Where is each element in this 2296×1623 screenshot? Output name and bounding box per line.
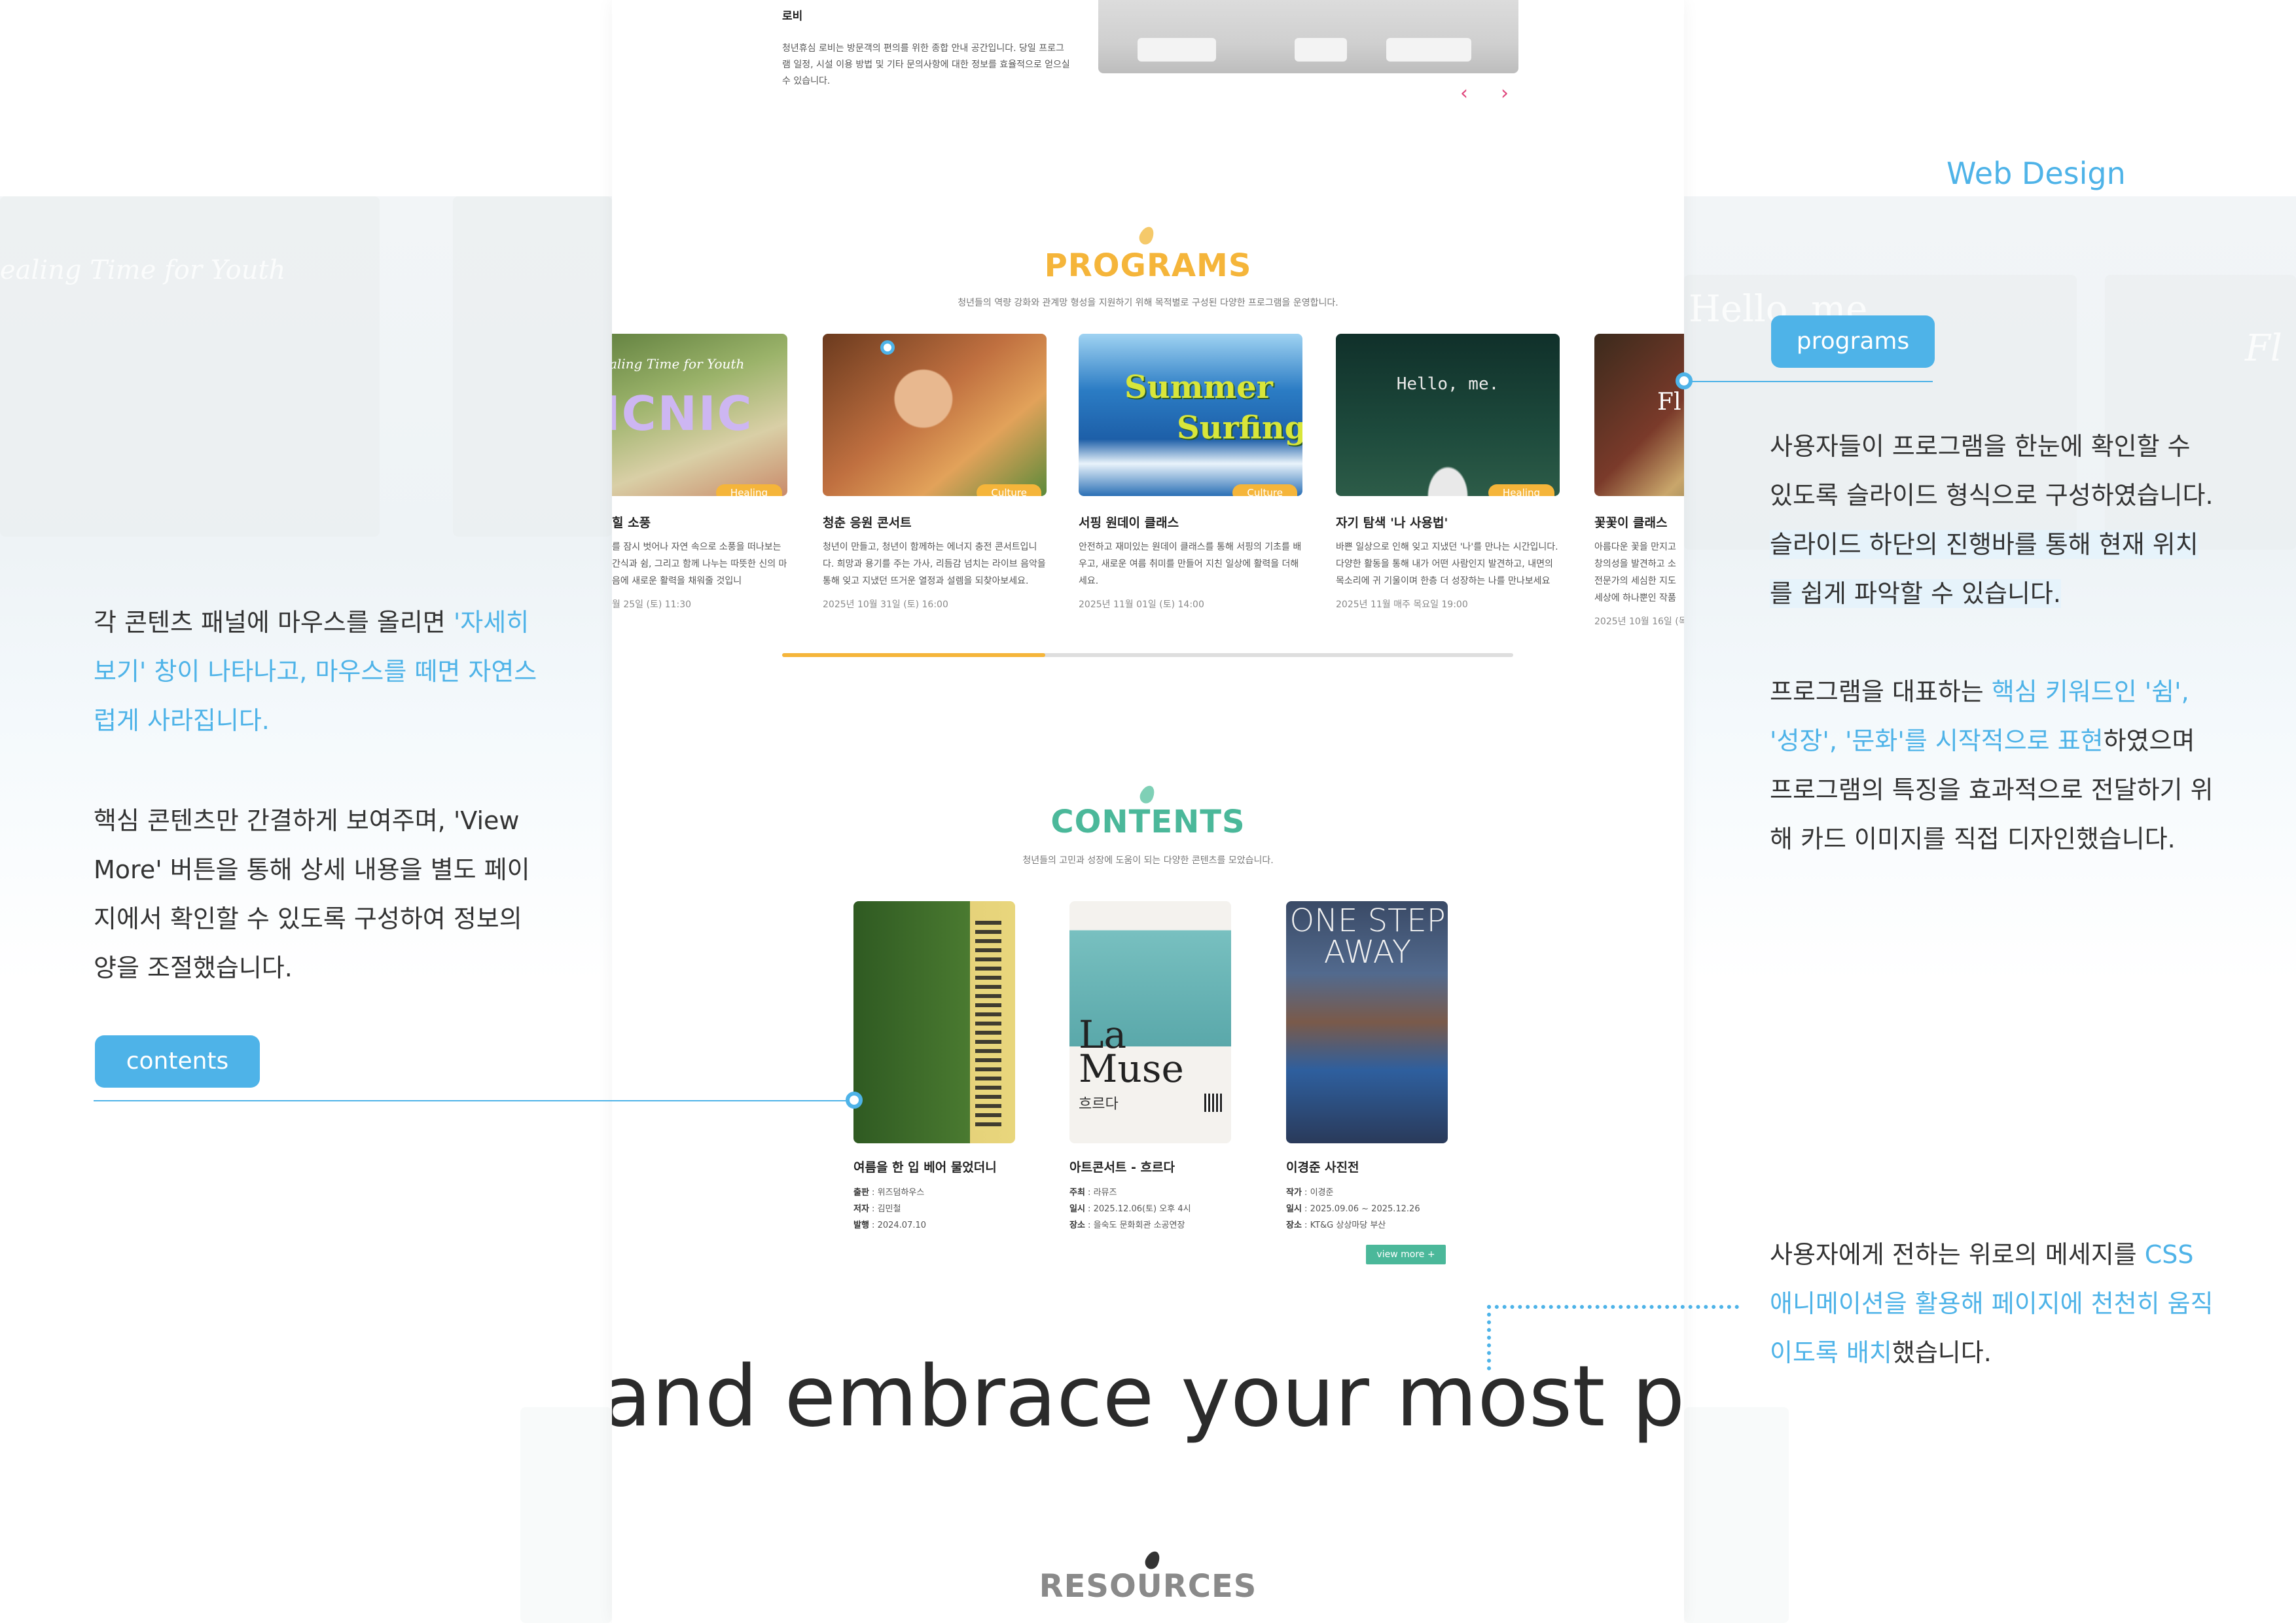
program-card-date: 2025년 11월 01일 (토) 14:00 (1079, 599, 1204, 610)
programs-drop-icon (1137, 224, 1157, 247)
content-item-title: 이경준 사진전 (1286, 1160, 1359, 1175)
contents-title: CONTENTS (1050, 804, 1246, 840)
program-card-flower[interactable]: Fl 꽃꽃이 클래스 아름다운 꽃을 만지고 창의성을 발견하고 소 전문가의 … (1594, 334, 1684, 628)
program-card-concert[interactable]: Culture 청춘 응원 콘서트 청년이 만들고, 청년이 함께하는 에너지 … (823, 334, 1047, 611)
content-item-title: 아트콘서트 - 흐르다 (1069, 1160, 1175, 1175)
content-item-art-concert[interactable]: La Muse 흐르다 아트콘서트 - 흐르다 주최 : 라뮤즈 일시 : 20… (1069, 901, 1231, 1234)
view-more-button[interactable]: view more + (1366, 1245, 1446, 1264)
program-badge: Culture (1232, 484, 1297, 496)
program-card-picnic[interactable]: aling Time for Youth ICNIC Healing 힐 소풍 … (612, 334, 787, 611)
program-card-title: 서핑 원데이 클래스 (1079, 516, 1179, 530)
content-item-image (853, 901, 1015, 1143)
annotation-right-paragraph-1: 사용자들이 프로그램을 한눈에 확인할 수 있도록 슬라이드 형식으로 구성하였… (1770, 432, 2214, 608)
content-item-photo-exhibit[interactable]: ONE STEP AWAY 이경준 사진전 작가 : 이경준 일시 : 2025… (1286, 901, 1448, 1234)
contents-drop-icon (1138, 783, 1157, 806)
program-card-date: 2025년 11월 매주 목요일 19:00 (1336, 599, 1468, 610)
program-card-hello-me[interactable]: Hello, me. Healing 자기 탐색 '나 사용법' 바쁜 일상으로… (1336, 334, 1560, 611)
program-card-title: 자기 탐색 '나 사용법' (1336, 516, 1448, 530)
program-card-desc: 청년이 만들고, 청년이 함께하는 에너지 충전 콘서트입니다. 희망과 용기를… (823, 542, 1046, 586)
annotation-left-paragraph-1: 각 콘텐츠 패널에 마우스를 올리면 '자세히 보기' 창이 나타나고, 마우스… (94, 608, 537, 735)
marquee-connector-dotted-v (1487, 1305, 1491, 1370)
marquee-message: nt and embrace your most pre (612, 1348, 1684, 1446)
lobby-next-arrow[interactable]: › (1501, 84, 1509, 103)
bg-ghost-text-left: ealing Time for Youth (0, 255, 286, 285)
bg-ghost-panel-bottom-left (520, 1407, 612, 1623)
program-badge: Culture (977, 484, 1041, 496)
bg-ghost-panel-left (0, 196, 380, 537)
bg-ghost-panel-left-2 (453, 196, 612, 537)
bg-ghost-text-right-2: Fl (2245, 327, 2282, 370)
program-card-date: 월 25일 (토) 11:30 (612, 599, 692, 610)
programs-pill: programs (1771, 315, 1935, 368)
content-item-title: 여름을 한 입 베어 물었더니 (853, 1160, 997, 1175)
programs-connector-line (1684, 381, 1933, 382)
annotation-left-paragraph-2: 핵심 콘텐츠만 간결하게 보여주며, 'View More' 버튼을 통해 상세… (94, 806, 530, 982)
lobby-description: 청년휴심 로비는 방문객의 편의를 위한 종합 안내 공간입니다. 당일 프로그… (782, 43, 1070, 86)
contents-connector-line (94, 1100, 859, 1101)
programs-subtitle: 청년들의 역량 강화와 관계망 형성을 지원하기 위해 목적별로 구성된 다양한… (958, 298, 1338, 308)
program-card-image: aling Time for Youth ICNIC Healing (612, 334, 787, 496)
program-card-date: 2025년 10월 31일 (토) 16:00 (823, 599, 948, 610)
contents-subtitle: 청년들의 고민과 성장에 도움이 되는 다양한 콘텐츠를 모았습니다. (1022, 855, 1274, 866)
program-card-surfing[interactable]: Summer Surfing Culture 서핑 원데이 클래스 안전하고 재… (1079, 334, 1302, 611)
programs-progress-fill (782, 653, 1046, 657)
program-card-desc: 안전하고 재미있는 원데이 클래스를 통해 서핑의 기초를 배우고, 새로운 여… (1079, 542, 1302, 586)
annotation-right-paragraph-2: 프로그램을 대표하는 핵심 키워드인 '쉼', '성장', '문화'를 시작적으… (1770, 677, 2214, 853)
annotation-right-paragraph-3: 사용자에게 전하는 위로의 메세지를 CSS 애니메이션을 활용해 페이지에 천… (1770, 1240, 2214, 1367)
bg-ghost-panel-bottom-right (1684, 1407, 1789, 1623)
content-item-meta: 출판 : 위즈덤하우스 저자 : 김민철 발행 : 2024.07.10 (853, 1188, 927, 1230)
program-card-title: 청춘 응원 콘서트 (823, 516, 912, 530)
lobby-title: 로비 (782, 10, 803, 23)
program-card-image: Culture (823, 334, 1047, 496)
programs-progress-bar[interactable] (782, 653, 1513, 657)
programs-title: PROGRAMS (1044, 247, 1252, 284)
lobby-image (1098, 0, 1518, 73)
marquee-connector-dotted-h (1487, 1305, 1739, 1309)
program-card-desc: 바쁜 일상으로 인해 잊고 지냈던 '나'를 만나는 시간입니다. 다양한 활동… (1336, 542, 1558, 586)
content-item-book[interactable]: 여름을 한 입 베어 물었더니 출판 : 위즈덤하우스 저자 : 김민철 발행 … (853, 901, 1015, 1234)
program-card-date: 2025년 10월 16일 (목 (1594, 616, 1684, 627)
contents-connector-dot (846, 1092, 863, 1109)
programs-connector-dot (1676, 372, 1693, 389)
program-card-desc: 아름다운 꽃을 만지고 창의성을 발견하고 소 전문가의 세심한 지도 세상에 … (1594, 542, 1676, 603)
program-badge: Healing (715, 484, 782, 496)
concert-hover-marker (880, 340, 895, 355)
resources-title: RESOURCES (1039, 1568, 1257, 1605)
web-design-label: Web Design (1946, 156, 2126, 191)
content-item-image: La Muse 흐르다 (1069, 901, 1231, 1143)
program-card-image: Fl (1594, 334, 1684, 496)
lobby-prev-arrow[interactable]: ‹ (1460, 84, 1468, 103)
website-preview: 로비 청년휴심 로비는 방문객의 편의를 위한 종합 안내 공간입니다. 당일 … (612, 0, 1684, 1623)
program-card-image: Summer Surfing Culture (1079, 334, 1302, 496)
content-item-meta: 주최 : 라뮤즈 일시 : 2025.12.06(토) 오후 4시 장소 : 을… (1069, 1188, 1191, 1230)
program-badge: Healing (1488, 484, 1554, 496)
program-card-title: 꽃꽃이 클래스 (1594, 516, 1668, 530)
contents-pill: contents (95, 1035, 260, 1088)
content-item-image: ONE STEP AWAY (1286, 901, 1448, 1143)
program-card-image: Hello, me. Healing (1336, 334, 1560, 496)
program-card-title: 힐 소풍 (612, 516, 651, 530)
program-card-desc: 를 잠시 벗어나 자연 속으로 소풍을 떠나보는 간식과 쉼, 그리고 함께 나… (612, 542, 787, 586)
content-item-meta: 작가 : 이경준 일시 : 2025.09.06 ~ 2025.12.26 장소… (1286, 1188, 1420, 1230)
